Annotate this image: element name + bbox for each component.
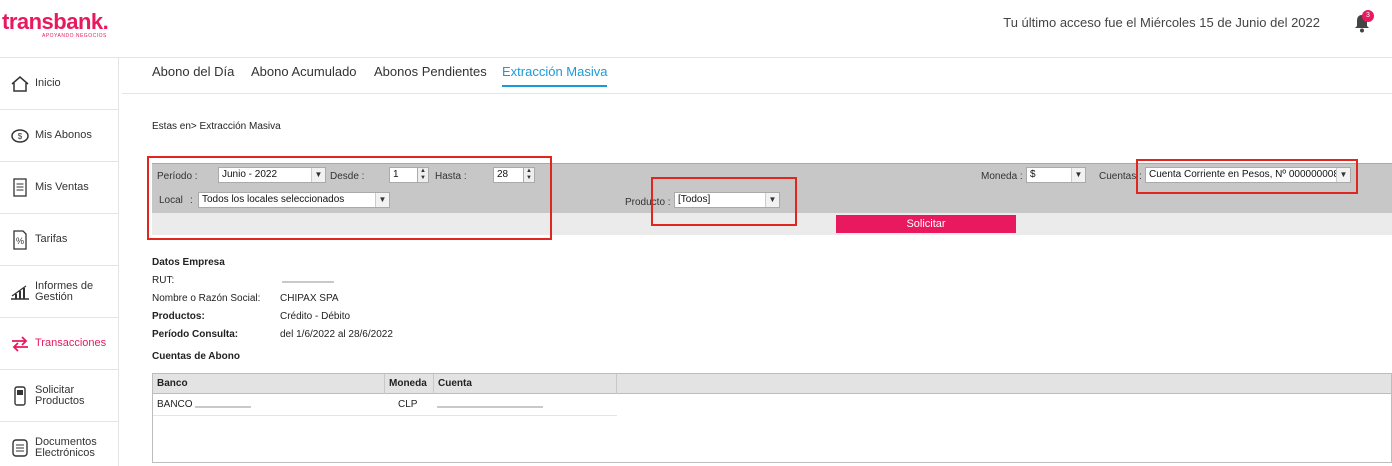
- table-header: Banco Moneda Cuenta: [153, 374, 1391, 394]
- periodo-consulta-label: Período Consulta:: [152, 329, 239, 340]
- rut-label: RUT:: [152, 275, 175, 286]
- moneda-value: $: [1030, 169, 1036, 180]
- cuentas-abono-title: Cuentas de Abono: [152, 351, 240, 362]
- highlight-box-cuentas: [1136, 159, 1358, 194]
- razon-social-value: CHIPAX SPA: [280, 293, 339, 304]
- highlight-box-producto: [651, 177, 797, 226]
- banco-redacted: [195, 406, 251, 408]
- tabs-divider: [122, 93, 1392, 94]
- productos-value: Crédito - Débito: [280, 311, 351, 322]
- highlight-box-periodo: [147, 156, 552, 240]
- cuentas-table: Banco Moneda Cuenta BANCO CLP: [152, 373, 1392, 463]
- sidebar-item-solicitar-productos[interactable]: Solicitar Productos: [0, 370, 118, 422]
- solicitar-button[interactable]: Solicitar: [836, 215, 1016, 233]
- notification-badge: 3: [1362, 10, 1374, 22]
- sidebar-item-mis-ventas[interactable]: Mis Ventas: [0, 162, 118, 214]
- transbank-logo[interactable]: transbank.: [2, 9, 109, 35]
- sidebar-item-label: Solicitar Productos: [35, 383, 85, 407]
- sidebar-item-label: Inicio: [35, 77, 61, 89]
- periodo-consulta-value: del 1/6/2022 al 28/6/2022: [280, 329, 393, 340]
- transfer-arrows-icon: [10, 334, 30, 354]
- rut-redacted: [282, 281, 334, 283]
- tab-abono-del-dia[interactable]: Abono del Día: [152, 64, 234, 79]
- row-banco-cell: BANCO: [157, 399, 193, 410]
- document-icon: [10, 438, 30, 458]
- cuenta-redacted: [437, 406, 543, 408]
- sidebar-item-label: Tarifas: [35, 233, 68, 245]
- chevron-down-icon: ▼: [1071, 168, 1085, 182]
- sidebar-item-tarifas[interactable]: % Tarifas: [0, 214, 118, 266]
- bar-chart-icon: [10, 282, 30, 302]
- logo-tagline: APOYANDO NEGOCIOS: [42, 33, 107, 39]
- breadcrumb: Estas en> Extracción Masiva: [152, 121, 281, 132]
- receipt-icon: [10, 177, 30, 198]
- last-access-text: Tu último acceso fue el Miércoles 15 de …: [1003, 15, 1320, 30]
- sidebar-item-informes[interactable]: Informes de Gestión: [0, 266, 118, 318]
- column-header-cuenta: Cuenta: [434, 374, 617, 394]
- sidebar-item-inicio[interactable]: Inicio: [0, 58, 118, 110]
- sidebar-item-label: Mis Abonos: [35, 129, 92, 141]
- svg-text:$: $: [18, 132, 23, 141]
- tab-extraccion-masiva[interactable]: Extracción Masiva: [502, 64, 608, 87]
- home-icon: [10, 74, 30, 94]
- sidebar-item-label: Informes de Gestión: [35, 279, 94, 303]
- sidebar-item-transacciones[interactable]: Transacciones: [0, 318, 118, 370]
- moneda-select[interactable]: $ ▼: [1026, 167, 1086, 183]
- sidebar-item-label: Documentos Electrónicos: [35, 435, 97, 459]
- sidebar-item-documentos[interactable]: Documentos Electrónicos: [0, 422, 118, 466]
- tab-abono-acumulado[interactable]: Abono Acumulado: [251, 64, 357, 79]
- column-header-banco: Banco: [153, 374, 385, 394]
- tab-abonos-pendientes[interactable]: Abonos Pendientes: [374, 64, 487, 79]
- row-moneda-cell: CLP: [398, 399, 418, 410]
- svg-text:%: %: [16, 236, 24, 246]
- app-window: transbank. APOYANDO NEGOCIOS Tu último a…: [0, 0, 1392, 466]
- money-icon: $: [10, 126, 30, 146]
- sidebar-item-label: Transacciones: [35, 337, 107, 349]
- sidebar-item-mis-abonos[interactable]: $ Mis Abonos: [0, 110, 118, 162]
- table-row-divider: [153, 415, 617, 416]
- razon-social-label: Nombre o Razón Social:: [152, 293, 261, 304]
- productos-label: Productos:: [152, 311, 205, 322]
- moneda-label: Moneda :: [981, 171, 1023, 182]
- column-header-moneda: Moneda: [385, 374, 434, 394]
- top-bar: transbank. APOYANDO NEGOCIOS Tu último a…: [0, 0, 1392, 58]
- sidebar: Inicio $ Mis Abonos Mis Ventas % Tarifas…: [0, 58, 119, 466]
- datos-empresa-title: Datos Empresa: [152, 257, 225, 268]
- sidebar-item-label: Mis Ventas: [35, 181, 89, 193]
- percent-icon: %: [10, 229, 30, 250]
- pos-terminal-icon: [10, 385, 30, 406]
